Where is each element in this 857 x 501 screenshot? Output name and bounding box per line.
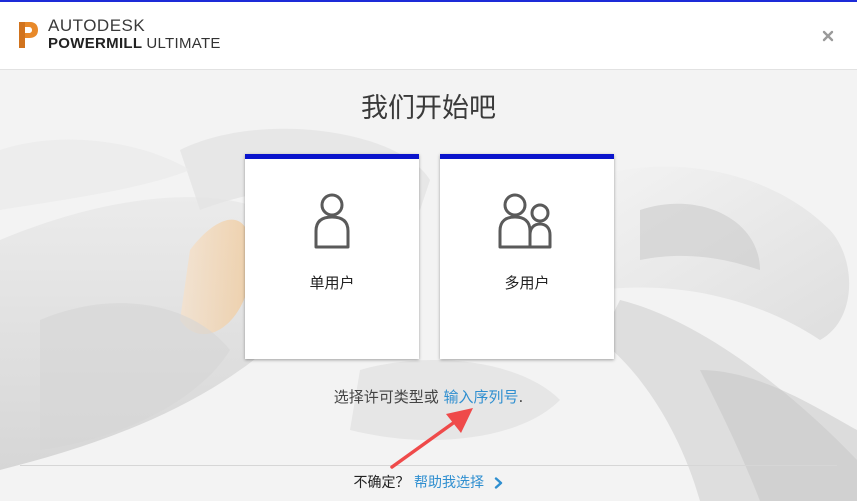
brand-autodesk: AUTODESK	[48, 16, 146, 35]
single-user-icon	[314, 193, 350, 249]
footer-help: 不确定？ 帮助我选择	[0, 472, 857, 492]
single-user-option[interactable]: 单用户	[245, 154, 419, 359]
brand-product-name: POWERMILL	[48, 35, 143, 52]
single-user-label: 单用户	[309, 274, 355, 292]
enter-serial-link[interactable]: 输入序列号	[443, 388, 518, 406]
license-hint: 选择许可类型或 输入序列号.	[0, 386, 857, 407]
footer-divider	[20, 465, 837, 466]
multi-user-icon	[498, 193, 552, 249]
autodesk-p-logo-icon	[19, 22, 38, 48]
main-content: 我们开始吧 单用户 多用户 选择许可类型或 输入序列号. 不确定？ 帮助我选择	[0, 0, 857, 501]
page-title: 我们开始吧	[361, 93, 496, 124]
brand-edition: ULTIMATE	[146, 35, 221, 52]
chevron-right-icon[interactable]	[494, 477, 503, 489]
brand-product: POWERMILL ULTIMATE	[48, 35, 221, 52]
multi-user-label: 多用户	[504, 274, 550, 292]
hint-prefix: 选择许可类型或	[333, 388, 444, 406]
multi-user-option[interactable]: 多用户	[440, 154, 614, 359]
help-me-choose-link[interactable]: 帮助我选择	[414, 475, 484, 491]
hint-suffix: .	[518, 388, 524, 406]
footer-question: 不确定？	[353, 475, 410, 491]
close-icon[interactable]	[821, 29, 835, 43]
app-header: AUTODESK POWERMILL ULTIMATE	[0, 2, 857, 70]
